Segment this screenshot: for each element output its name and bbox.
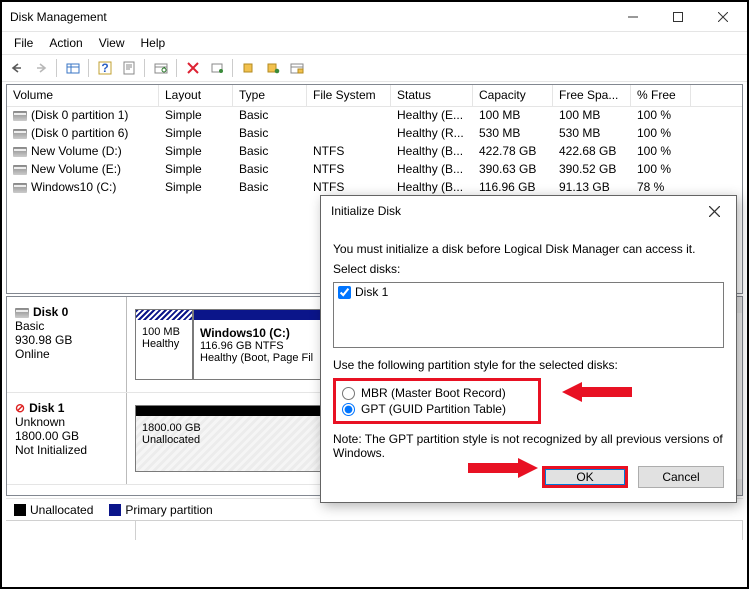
dialog-close-button[interactable]: [694, 197, 734, 225]
close-button[interactable]: [700, 3, 745, 31]
gpt-label: GPT (GUID Partition Table): [361, 402, 506, 416]
gpt-radio[interactable]: [342, 403, 355, 416]
show-hide-tree-button[interactable]: [62, 57, 84, 79]
properties-button[interactable]: [118, 57, 140, 79]
refresh-button[interactable]: [150, 57, 172, 79]
col-type[interactable]: Type: [233, 85, 307, 106]
disk-icon: [15, 308, 29, 318]
col-status[interactable]: Status: [391, 85, 473, 106]
ok-button[interactable]: OK: [542, 466, 628, 488]
partition-style-group: MBR (Master Boot Record) GPT (GUID Parti…: [333, 378, 541, 424]
disk1-size: 1800.00 GB: [15, 429, 118, 443]
disk0-name: Disk 0: [33, 305, 68, 319]
legend-primary-label: Primary partition: [125, 503, 212, 517]
forward-button[interactable]: [30, 57, 52, 79]
disk1-info: ⊘ Disk 1 Unknown 1800.00 GB Not Initializ…: [7, 393, 127, 484]
disk0-part1-size: 100 MB: [142, 326, 186, 338]
warning-icon: ⊘: [15, 401, 25, 415]
annotation-arrow-1: [562, 380, 632, 404]
back-button[interactable]: [6, 57, 28, 79]
window-title: Disk Management: [10, 10, 610, 24]
partition-style-label: Use the following partition style for th…: [333, 358, 724, 372]
disk0-part1[interactable]: 100 MB Healthy: [135, 309, 193, 380]
toolbar: ?: [2, 54, 747, 82]
col-layout[interactable]: Layout: [159, 85, 233, 106]
delete-button[interactable]: [182, 57, 204, 79]
attach-vhd-button[interactable]: [262, 57, 284, 79]
disk1-checkbox-item[interactable]: Disk 1: [338, 285, 719, 299]
separator: [86, 57, 92, 79]
volume-row[interactable]: (Disk 0 partition 6)SimpleBasicHealthy (…: [7, 125, 742, 143]
disk0-state: Online: [15, 347, 118, 361]
menu-file[interactable]: File: [6, 34, 41, 52]
legend-primary: Primary partition: [109, 503, 212, 517]
volume-row[interactable]: New Volume (D:)SimpleBasicNTFSHealthy (B…: [7, 143, 742, 161]
disk1-name: Disk 1: [29, 401, 64, 415]
disk0-info: Disk 0 Basic 930.98 GB Online: [7, 297, 127, 392]
volume-icon: [13, 147, 27, 157]
menu-help[interactable]: Help: [133, 34, 174, 52]
volume-row[interactable]: (Disk 0 partition 1)SimpleBasicHealthy (…: [7, 107, 742, 125]
new-volume-button[interactable]: [238, 57, 260, 79]
volume-icon: [13, 165, 27, 175]
disk1-kind: Unknown: [15, 415, 118, 429]
menu-action[interactable]: Action: [41, 34, 90, 52]
disk-selection-list[interactable]: Disk 1: [333, 282, 724, 348]
gpt-radio-item[interactable]: GPT (GUID Partition Table): [342, 401, 532, 417]
svg-text:?: ?: [101, 61, 108, 75]
maximize-button[interactable]: [655, 3, 700, 31]
dialog-titlebar: Initialize Disk: [321, 196, 736, 226]
disk1-state: Not Initialized: [15, 443, 118, 457]
cancel-button[interactable]: Cancel: [638, 466, 724, 488]
dialog-title: Initialize Disk: [331, 204, 694, 218]
volume-icon: [13, 111, 27, 121]
mbr-radio[interactable]: [342, 387, 355, 400]
volume-icon: [13, 129, 27, 139]
menu-bar: File Action View Help: [2, 32, 747, 54]
disk0-size: 930.98 GB: [15, 333, 118, 347]
separator: [230, 57, 236, 79]
disk1-checkbox-label: Disk 1: [355, 285, 388, 299]
annotation-arrow-2: [468, 456, 538, 480]
disk1-checkbox[interactable]: [338, 286, 351, 299]
help-button[interactable]: ?: [94, 57, 116, 79]
legend-unalloc-label: Unallocated: [30, 503, 93, 517]
legend-unallocated: Unallocated: [14, 503, 93, 517]
menu-view[interactable]: View: [91, 34, 133, 52]
status-bar: [6, 520, 743, 540]
detach-vhd-button[interactable]: [286, 57, 308, 79]
volume-icon: [13, 183, 27, 193]
action-button[interactable]: [206, 57, 228, 79]
volume-row[interactable]: New Volume (E:)SimpleBasicNTFSHealthy (B…: [7, 161, 742, 179]
dialog-intro: You must initialize a disk before Logica…: [333, 242, 724, 256]
mbr-label: MBR (Master Boot Record): [361, 386, 506, 400]
disk0-part1-status: Healthy: [142, 338, 186, 350]
volume-rows: (Disk 0 partition 1)SimpleBasicHealthy (…: [7, 107, 742, 197]
col-fs[interactable]: File System: [307, 85, 391, 106]
disk0-kind: Basic: [15, 319, 118, 333]
title-bar: Disk Management: [2, 2, 747, 32]
separator: [142, 57, 148, 79]
separator: [54, 57, 60, 79]
select-disks-label: Select disks:: [333, 262, 724, 276]
col-free[interactable]: Free Spa...: [553, 85, 631, 106]
col-capacity[interactable]: Capacity: [473, 85, 553, 106]
column-headers[interactable]: Volume Layout Type File System Status Ca…: [7, 85, 742, 107]
separator: [174, 57, 180, 79]
minimize-button[interactable]: [610, 3, 655, 31]
col-volume[interactable]: Volume: [7, 85, 159, 106]
mbr-radio-item[interactable]: MBR (Master Boot Record): [342, 385, 532, 401]
col-pct[interactable]: % Free: [631, 85, 691, 106]
